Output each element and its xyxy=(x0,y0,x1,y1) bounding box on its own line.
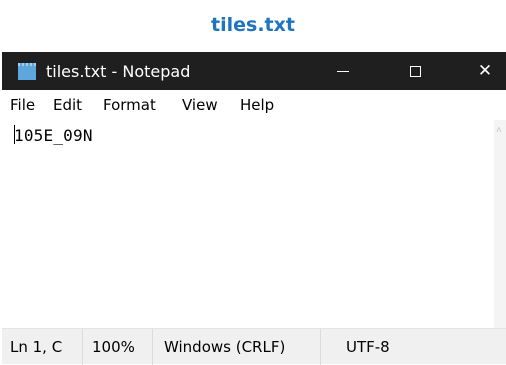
status-encoding: UTF-8 xyxy=(346,338,390,356)
status-line-endings: Windows (CRLF) xyxy=(164,338,286,356)
scroll-up-icon[interactable]: ˄ xyxy=(496,126,502,136)
vertical-scrollbar[interactable]: ˄ ˅ xyxy=(494,120,506,350)
status-divider xyxy=(152,329,153,365)
status-zoom: 100% xyxy=(92,338,135,356)
notepad-icon xyxy=(18,63,36,80)
caption-title: tiles.txt xyxy=(211,14,295,36)
text-editor[interactable]: 105E_09N xyxy=(2,120,494,350)
notepad-window: tiles.txt - Notepad ✕ File Edit Format V… xyxy=(2,52,506,364)
menu-format[interactable]: Format xyxy=(103,96,156,114)
status-divider xyxy=(320,329,321,365)
status-position: Ln 1, C xyxy=(10,338,63,356)
close-icon: ✕ xyxy=(477,61,493,81)
close-button[interactable]: ✕ xyxy=(462,52,506,90)
status-bar: Ln 1, C 100% Windows (CRLF) UTF-8 xyxy=(2,328,506,365)
minimize-icon xyxy=(337,70,349,72)
menu-help[interactable]: Help xyxy=(240,96,274,114)
status-divider xyxy=(82,329,83,365)
menu-bar: File Edit Format View Help xyxy=(2,90,506,120)
title-bar[interactable]: tiles.txt - Notepad ✕ xyxy=(2,52,506,90)
minimize-button[interactable] xyxy=(320,52,366,90)
menu-view[interactable]: View xyxy=(182,96,218,114)
window-title: tiles.txt - Notepad xyxy=(46,62,191,81)
text-caret xyxy=(14,125,15,144)
editor-content: 105E_09N xyxy=(14,126,93,145)
maximize-button[interactable] xyxy=(392,52,438,90)
maximize-icon xyxy=(409,65,421,77)
menu-file[interactable]: File xyxy=(10,96,35,114)
menu-edit[interactable]: Edit xyxy=(53,96,82,114)
